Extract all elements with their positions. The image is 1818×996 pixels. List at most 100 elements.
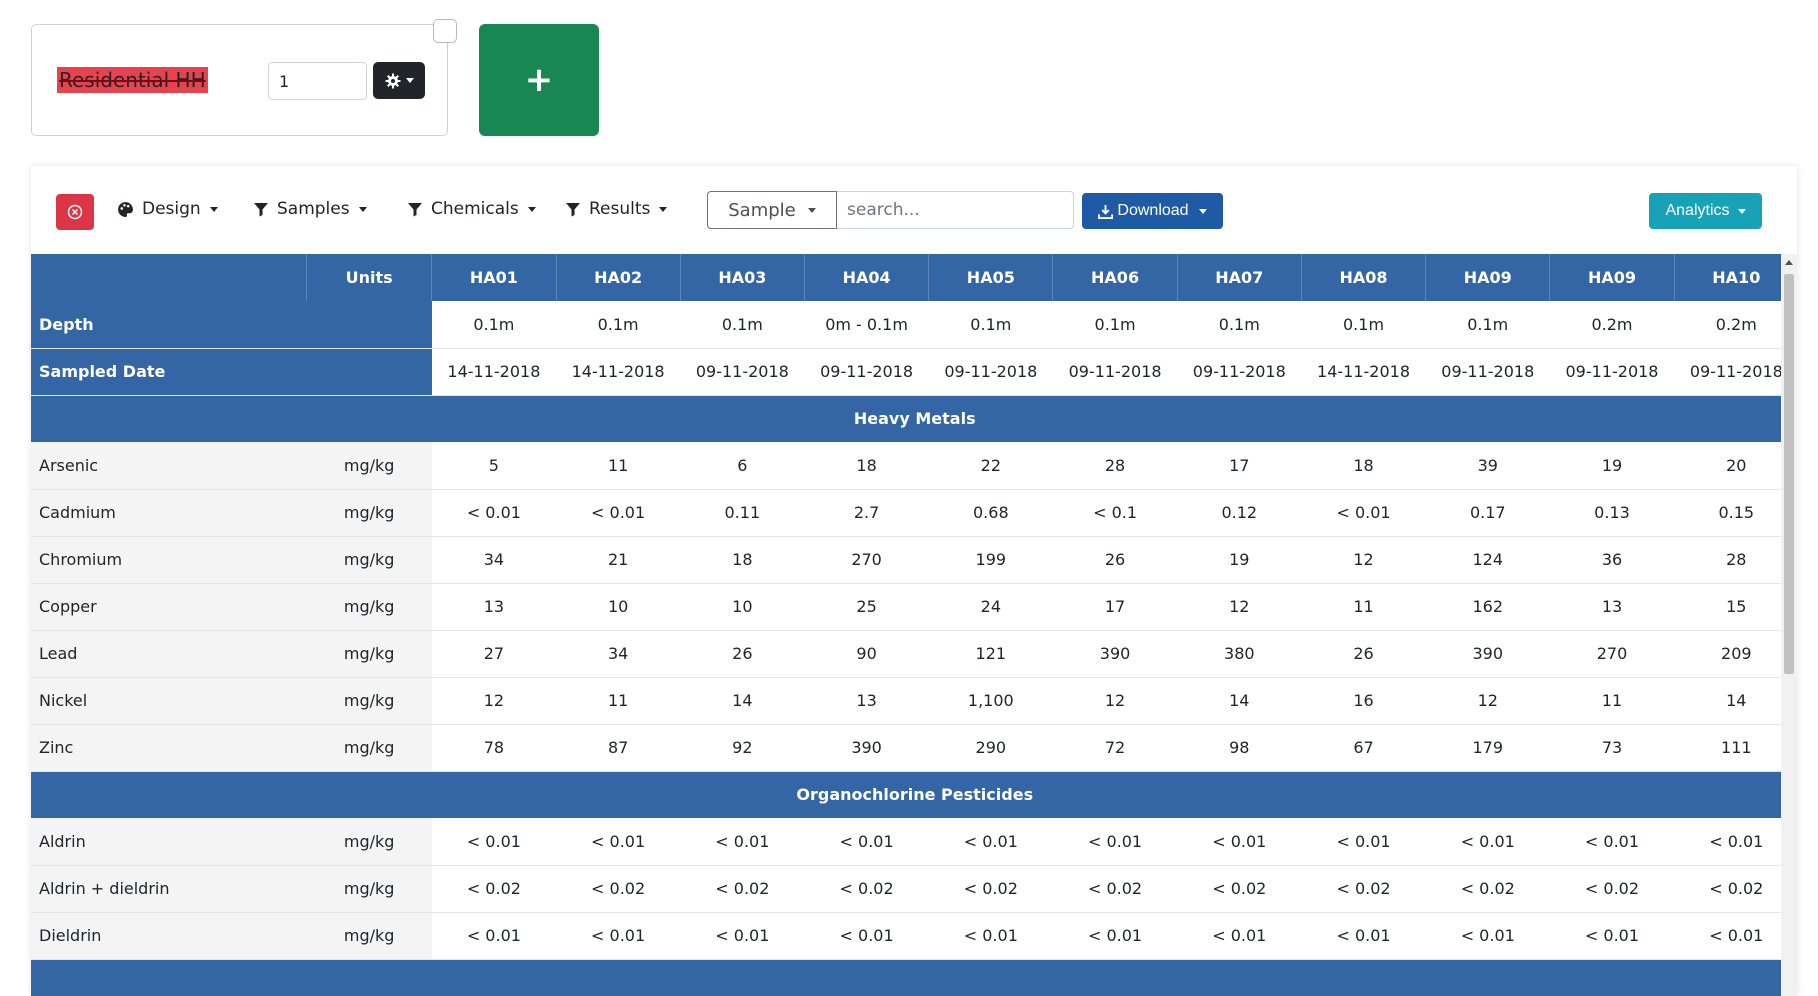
table-row[interactable]: Aldrin mg/kg < 0.01 < 0.01 < 0.01 < 0.01 < 0.0… [31, 818, 1781, 866]
result-cell[interactable]: 390 [804, 724, 929, 772]
result-cell[interactable]: 28 [1052, 442, 1178, 490]
result-cell[interactable]: 34 [431, 536, 556, 584]
add-criteria-button[interactable]: + [479, 24, 599, 136]
sample-header[interactable]: HA09 [1549, 254, 1675, 301]
result-cell[interactable]: 270 [804, 536, 929, 584]
result-cell[interactable]: 121 [928, 630, 1053, 678]
result-cell[interactable]: 0.17 [1425, 489, 1550, 537]
result-cell[interactable]: 67 [1301, 724, 1426, 772]
result-cell[interactable]: 18 [1301, 442, 1426, 490]
sample-header[interactable]: HA07 [1177, 254, 1302, 301]
result-cell[interactable]: 390 [1052, 630, 1178, 678]
design-dropdown[interactable]: Design [117, 199, 218, 219]
result-cell[interactable]: 14 [1177, 677, 1302, 725]
result-cell[interactable]: 28 [1674, 536, 1781, 584]
result-cell[interactable]: 21 [556, 536, 681, 584]
result-cell[interactable]: < 0.01 [1177, 818, 1302, 866]
criteria-quantity-input[interactable] [268, 62, 367, 100]
result-cell[interactable]: < 0.02 [1052, 865, 1178, 913]
result-cell[interactable]: < 0.02 [431, 865, 556, 913]
result-cell[interactable]: < 0.01 [928, 912, 1053, 960]
result-cell[interactable]: 16 [1301, 677, 1426, 725]
result-cell[interactable]: 380 [1177, 630, 1302, 678]
result-cell[interactable]: < 0.02 [1674, 865, 1781, 913]
result-cell[interactable]: 26 [680, 630, 805, 678]
result-cell[interactable]: 111 [1674, 724, 1781, 772]
result-cell[interactable]: 36 [1549, 536, 1675, 584]
result-cell[interactable]: 13 [804, 677, 929, 725]
sample-header[interactable]: HA06 [1052, 254, 1178, 301]
result-cell[interactable]: < 0.01 [431, 912, 556, 960]
sample-header[interactable]: HA05 [928, 254, 1054, 301]
result-cell[interactable]: < 0.01 [680, 912, 805, 960]
result-cell[interactable]: < 0.01 [431, 489, 556, 537]
result-cell[interactable]: 15 [1674, 583, 1781, 631]
result-cell[interactable]: 17 [1052, 583, 1178, 631]
result-cell[interactable]: 1,100 [928, 677, 1053, 725]
result-cell[interactable]: 0.13 [1549, 489, 1675, 537]
result-cell[interactable]: 390 [1425, 630, 1550, 678]
result-cell[interactable]: 199 [928, 536, 1053, 584]
result-cell[interactable]: < 0.02 [680, 865, 805, 913]
result-cell[interactable]: < 0.01 [1301, 818, 1426, 866]
result-cell[interactable]: < 0.01 [1674, 818, 1781, 866]
result-cell[interactable]: 12 [431, 677, 556, 725]
result-cell[interactable]: 13 [1549, 583, 1675, 631]
result-cell[interactable]: 12 [1425, 677, 1550, 725]
result-cell[interactable]: 78 [431, 724, 556, 772]
table-row[interactable]: Zinc mg/kg 78 87 92 390 290 72 98 67 179 73 111 [31, 724, 1781, 772]
result-cell[interactable]: 39 [1425, 442, 1550, 490]
clear-filters-button[interactable] [56, 194, 94, 230]
sample-header[interactable]: HA09 [1425, 254, 1551, 301]
scroll-up-icon[interactable] [1785, 260, 1793, 265]
result-cell[interactable]: 24 [928, 583, 1053, 631]
result-cell[interactable]: < 0.02 [1549, 865, 1675, 913]
criteria-checkbox[interactable] [433, 19, 457, 43]
result-cell[interactable]: < 0.01 [928, 818, 1053, 866]
result-cell[interactable]: < 0.02 [804, 865, 929, 913]
sample-header[interactable]: HA04 [804, 254, 930, 301]
result-cell[interactable]: 0.12 [1177, 489, 1302, 537]
table-row[interactable]: Lead mg/kg 27 34 26 90 121 390 380 26 390 270 209 [31, 630, 1781, 678]
result-cell[interactable]: 162 [1425, 583, 1550, 631]
result-cell[interactable]: 209 [1674, 630, 1781, 678]
result-cell[interactable]: < 0.01 [431, 818, 556, 866]
result-cell[interactable]: 26 [1052, 536, 1178, 584]
group-title[interactable]: Organochlorine Pesticides [31, 771, 1781, 818]
result-cell[interactable]: < 0.02 [928, 865, 1053, 913]
result-cell[interactable]: 12 [1177, 583, 1302, 631]
search-field-select[interactable]: Sample [707, 191, 837, 229]
result-cell[interactable]: 18 [680, 536, 805, 584]
criteria-settings-button[interactable] [373, 62, 425, 99]
result-cell[interactable]: < 0.01 [680, 818, 805, 866]
criteria-name[interactable]: Residential HH [57, 67, 208, 93]
result-cell[interactable]: 72 [1052, 724, 1178, 772]
result-cell[interactable]: < 0.01 [1177, 912, 1302, 960]
result-cell[interactable]: 14 [680, 677, 805, 725]
result-cell[interactable]: < 0.01 [804, 912, 929, 960]
result-cell[interactable]: < 0.01 [1425, 912, 1550, 960]
result-cell[interactable]: 12 [1301, 536, 1426, 584]
table-row[interactable]: Chromium mg/kg 34 21 18 270 199 26 19 12 124 36 28 [31, 536, 1781, 584]
result-cell[interactable]: < 0.02 [1425, 865, 1550, 913]
scroll-thumb[interactable] [1784, 274, 1794, 674]
result-cell[interactable]: 92 [680, 724, 805, 772]
table-row[interactable]: Aldrin + dieldrin mg/kg < 0.02 < 0.02 < 0.02… [31, 865, 1781, 913]
chemicals-dropdown[interactable]: Chemicals [407, 199, 536, 219]
result-cell[interactable]: 17 [1177, 442, 1302, 490]
result-cell[interactable]: < 0.01 [1301, 912, 1426, 960]
results-dropdown[interactable]: Results [565, 199, 668, 219]
search-input[interactable] [837, 191, 1074, 229]
result-cell[interactable]: 12 [1052, 677, 1178, 725]
result-cell[interactable]: 26 [1301, 630, 1426, 678]
result-cell[interactable]: 14 [1674, 677, 1781, 725]
table-row[interactable]: Nickel mg/kg 12 11 14 13 1,100 12 14 16 12 11 14 [31, 677, 1781, 725]
result-cell[interactable]: 22 [928, 442, 1053, 490]
result-cell[interactable]: < 0.01 [1052, 818, 1178, 866]
sample-header[interactable]: HA02 [556, 254, 681, 301]
result-cell[interactable]: 10 [680, 583, 805, 631]
result-cell[interactable]: 11 [556, 442, 681, 490]
result-cell[interactable]: 10 [556, 583, 681, 631]
result-cell[interactable]: 87 [556, 724, 681, 772]
analytics-button[interactable]: Analytics [1649, 193, 1762, 229]
